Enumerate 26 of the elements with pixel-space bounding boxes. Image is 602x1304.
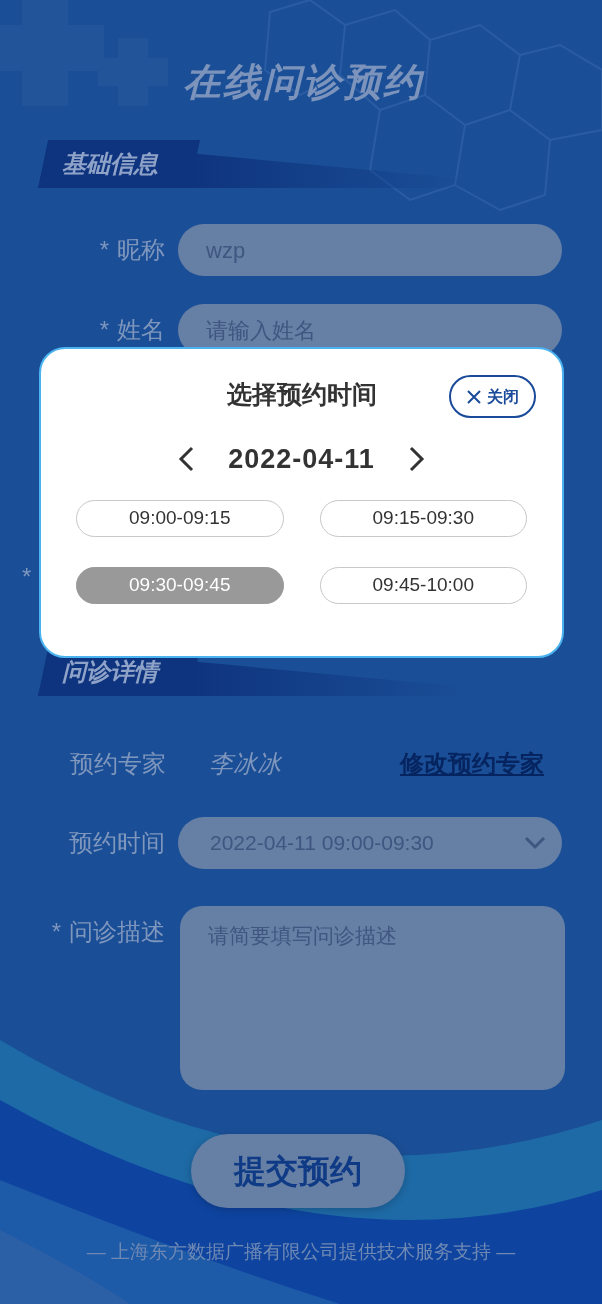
time-slot[interactable]: 09:30-09:45 [76,567,284,604]
required-mark: * [99,315,109,345]
field-label: 预约时间 [69,828,165,858]
expert-name: 李冰冰 [209,749,281,779]
page-title: 在线问诊预约 [182,60,423,105]
chevron-left-icon [178,446,195,472]
field-label: 预约专家 [70,749,166,779]
section-title: 基础信息 [62,149,158,179]
submit-button[interactable]: 提交预约 [191,1134,405,1208]
footer-text: — 上海东方数据广播有限公司提供技术服务支持 — [86,1240,516,1264]
required-mark: * [99,235,109,265]
chevron-down-icon [524,836,546,850]
required-mark: * [22,563,32,590]
field-label: 问诊描述 [69,917,165,947]
time-slot[interactable]: 09:45-10:00 [319,567,527,604]
required-mark: * [51,917,61,947]
close-icon [466,389,481,404]
field-label: 昵称 [117,235,165,265]
field-label: 姓名 [117,315,165,345]
dialog-title: 选择预约时间 [226,379,377,411]
change-expert-link[interactable]: 修改预约专家 [400,746,544,782]
time-slot[interactable]: 09:15-09:30 [319,500,527,537]
close-button[interactable]: 关闭 [449,375,536,418]
chevron-right-icon [408,446,425,472]
selected-date: 2022-04-11 [228,442,375,476]
time-slot[interactable]: 09:00-09:15 [76,500,284,537]
